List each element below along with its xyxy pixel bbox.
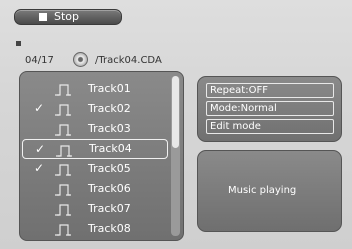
check-icon: ✓: [34, 101, 45, 115]
disc-icon: [73, 52, 88, 67]
list-item[interactable]: Track01: [20, 79, 170, 99]
track-name: Track06: [88, 182, 131, 195]
track-name: Track07: [88, 202, 131, 215]
check-icon: ✓: [34, 161, 45, 175]
check-icon: ✓: [35, 142, 46, 156]
list-item[interactable]: ✓ Track02: [20, 99, 170, 119]
music-note-icon: [55, 184, 71, 196]
options-panel: Repeat:OFF Mode:Normal Edit mode: [197, 76, 342, 142]
edit-mode-option[interactable]: Edit mode: [206, 119, 334, 134]
track-name: Track04: [89, 142, 132, 155]
status-text: Music playing: [228, 185, 297, 196]
current-track-path: /Track04.CDA: [95, 55, 162, 66]
list-item[interactable]: Track06: [20, 179, 170, 199]
music-note-icon: [55, 164, 71, 176]
scrollbar[interactable]: [171, 76, 180, 236]
player-screen: Stop 04/17 /Track04.CDA Track01 ✓ Track0…: [0, 0, 352, 249]
track-counter: 04/17: [25, 55, 54, 66]
music-note-icon: [55, 224, 71, 236]
music-note-icon: [55, 124, 71, 136]
list-item-selected[interactable]: ✓ Track04: [22, 139, 168, 159]
list-item[interactable]: Track07: [20, 199, 170, 219]
repeat-option[interactable]: Repeat:OFF: [206, 83, 334, 98]
track-name: Track01: [88, 82, 131, 95]
list-item[interactable]: Track03: [20, 119, 170, 139]
track-list: Track01 ✓ Track02 Track03 ✓ Track04 ✓ Tr…: [19, 71, 184, 241]
track-name: Track05: [88, 162, 131, 175]
music-note-icon: [55, 204, 71, 216]
track-name: Track08: [88, 222, 131, 235]
status-indicator: [16, 41, 21, 46]
music-note-icon: [55, 84, 71, 96]
mode-option[interactable]: Mode:Normal: [206, 101, 334, 116]
music-note-icon: [55, 104, 71, 116]
list-item[interactable]: Track08: [20, 219, 170, 239]
track-name: Track03: [88, 122, 131, 135]
stop-icon: [39, 13, 47, 21]
stop-button[interactable]: Stop: [14, 9, 122, 25]
scrollbar-thumb[interactable]: [172, 76, 179, 148]
track-name: Track02: [88, 102, 131, 115]
list-item[interactable]: ✓ Track05: [20, 159, 170, 179]
status-panel: Music playing: [197, 150, 342, 232]
stop-label: Stop: [54, 10, 80, 23]
music-note-icon: [56, 145, 72, 157]
